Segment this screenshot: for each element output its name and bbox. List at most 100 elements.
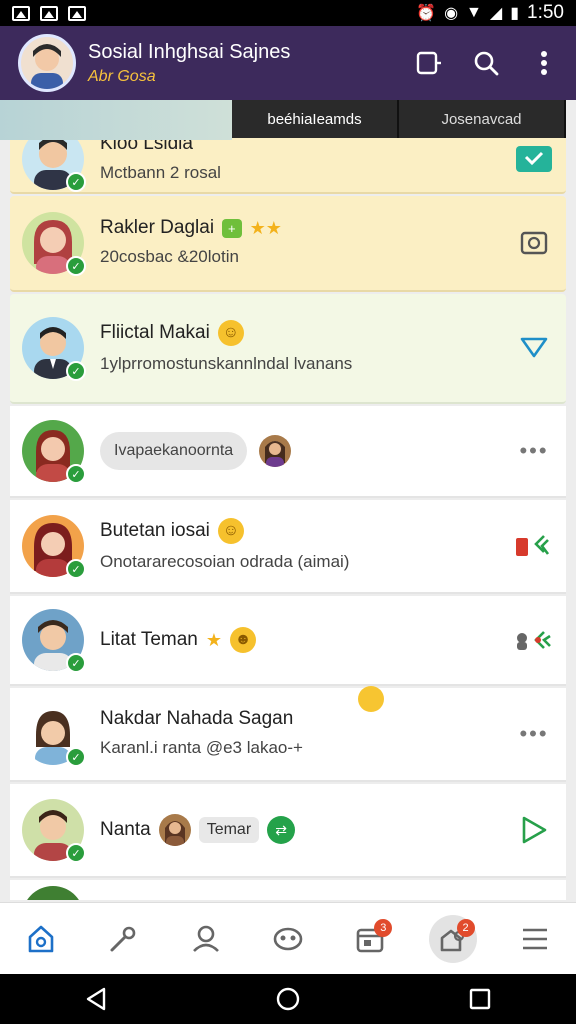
status-bar: ⏰ ◉ ▼ ◢ ▮ 1:50 — [0, 0, 576, 26]
gallery-notification-icon — [12, 5, 30, 21]
more-icon: ••• — [519, 438, 549, 463]
verified-icon: ✓ — [66, 653, 86, 673]
signal-icon: ◢ — [489, 5, 503, 22]
tab-1[interactable]: beéhiaIeamds — [232, 100, 399, 138]
app-subtitle: Abr Gosa — [88, 67, 156, 85]
last-message: Karanl.i ranta @e3 lakao-+ — [100, 738, 303, 758]
avatar: ✓ — [22, 212, 86, 276]
contact-tag: + — [222, 218, 242, 238]
chat-item[interactable]: ✓ Litat Teman ★ ☻ — [10, 596, 566, 686]
chat-list: ✓ Kloo Lsidia Mctbann 2 rosal ✓ Rakler D… — [10, 100, 566, 900]
avatar: ✓ — [22, 420, 86, 484]
chat-item[interactable]: ✓ Ivapaekanoornta ••• — [10, 406, 566, 498]
recents-button[interactable] — [460, 979, 500, 1019]
chat-item[interactable]: ✓ Nanta Temar ⇄ — [10, 784, 566, 878]
contact-label: Temar — [198, 817, 260, 843]
avatar: ✓ — [22, 799, 86, 863]
nav-profile[interactable] — [182, 915, 230, 963]
back-icon — [86, 987, 106, 1011]
more-vertical-icon — [541, 51, 547, 75]
share-button[interactable] — [514, 626, 554, 654]
last-message: 1ylprromostunskannlndal lvanans — [100, 354, 353, 374]
more-button[interactable]: ••• — [514, 438, 554, 464]
contact-name: Rakler Daglai — [100, 217, 215, 239]
play-icon — [522, 816, 547, 844]
nav-fun[interactable] — [264, 915, 312, 963]
star-icon: ★★ — [249, 217, 282, 238]
mini-avatar — [158, 814, 191, 846]
star-icon: ★ — [205, 629, 223, 650]
notification-badge: 3 — [374, 918, 393, 937]
nav-menu[interactable] — [511, 915, 559, 963]
recents-icon — [469, 988, 491, 1010]
sync-icon: ◉ — [444, 5, 459, 22]
profile-avatar[interactable] — [18, 34, 76, 92]
chat-item[interactable]: ✓ Butetan iosai ☺ Onotararecosoian odrad… — [10, 500, 566, 594]
camera-button[interactable] — [514, 230, 554, 256]
app-bar: Sosial Inhghsai Sajnes Abr Gosa — [0, 26, 576, 100]
contact-name: Litat Teman — [100, 629, 198, 650]
check-button[interactable] — [514, 145, 554, 173]
app-title: Sosial Inhghsai Sajnes — [88, 40, 291, 63]
chat-item[interactable]: ✓ Rakler Daglai + ★★ 20cosbac &20lotin — [10, 196, 566, 292]
mask-icon — [273, 927, 303, 950]
nav-key[interactable] — [99, 915, 147, 963]
verified-icon: ✓ — [66, 747, 86, 767]
contact-name: Nanta — [100, 819, 151, 840]
alarm-icon: ⏰ — [416, 5, 437, 22]
smile-emoji-icon: ☺ — [217, 518, 244, 545]
last-message: Onotararecosoian odrada (aimai) — [100, 552, 350, 572]
notification-badge: 2 — [456, 918, 475, 937]
laugh-emoji-icon: ☻ — [230, 627, 257, 653]
new-chat-button[interactable] — [410, 45, 446, 81]
tab-2[interactable]: Josenavcad — [399, 100, 566, 138]
more-icon: ••• — [519, 721, 549, 746]
message-chip[interactable]: Ivapaekanoornta — [100, 432, 248, 470]
back-button[interactable] — [76, 979, 116, 1019]
share-icon — [516, 535, 550, 556]
more-button[interactable]: ••• — [514, 721, 554, 747]
verified-icon: ✓ — [66, 172, 86, 192]
chat-item[interactable]: ✓ Fliictal Makai ☺ 1ylprromostunskannlnd… — [10, 294, 566, 404]
compose-icon — [416, 51, 441, 75]
group-icon: ⇄ — [267, 816, 296, 844]
menu-icon — [522, 928, 547, 949]
share-button[interactable] — [514, 532, 554, 560]
avatar: ✓ — [22, 609, 86, 673]
last-message: Mctbann 2 rosal — [100, 163, 221, 183]
send-button[interactable] — [514, 336, 554, 360]
nav-community[interactable]: 2 — [428, 914, 477, 963]
clock: 1:50 — [527, 2, 564, 23]
avatar — [22, 886, 84, 900]
verified-icon: ✓ — [66, 361, 86, 381]
play-button[interactable] — [514, 816, 554, 844]
wifi-icon: ▼ — [466, 4, 482, 21]
chat-item[interactable]: ✓ Nakdar Nahada Sagan Karanl.i ranta @e3… — [10, 688, 566, 782]
battery-icon: ▮ — [510, 5, 520, 22]
nav-calendar[interactable]: 3 — [346, 915, 394, 963]
home-circle-icon — [276, 987, 300, 1011]
bottom-nav: 3 2 — [0, 902, 576, 974]
search-button[interactable] — [468, 45, 504, 81]
verified-icon: ✓ — [66, 256, 86, 276]
contact-name: Nakdar Nahada Sagan — [100, 708, 294, 730]
avatar: ✓ — [22, 317, 86, 381]
nav-home[interactable] — [17, 915, 65, 963]
overflow-menu-button[interactable] — [526, 45, 562, 81]
mini-avatar — [259, 435, 292, 467]
home-button[interactable] — [268, 979, 308, 1019]
verified-icon: ✓ — [66, 464, 86, 484]
send-icon — [520, 337, 548, 358]
verified-icon: ✓ — [66, 559, 86, 579]
tab-backdrop — [0, 100, 232, 140]
image-notification-icon — [40, 5, 58, 21]
share-icon — [517, 631, 551, 650]
search-icon — [474, 51, 499, 76]
last-message: 20cosbac &20lotin — [100, 247, 239, 267]
check-icon — [516, 146, 552, 172]
chat-item-partial[interactable] — [10, 880, 566, 900]
home-icon — [28, 925, 54, 952]
avatar: ✓ — [22, 515, 86, 579]
avatar: ✓ — [22, 703, 86, 767]
key-icon — [110, 926, 136, 951]
